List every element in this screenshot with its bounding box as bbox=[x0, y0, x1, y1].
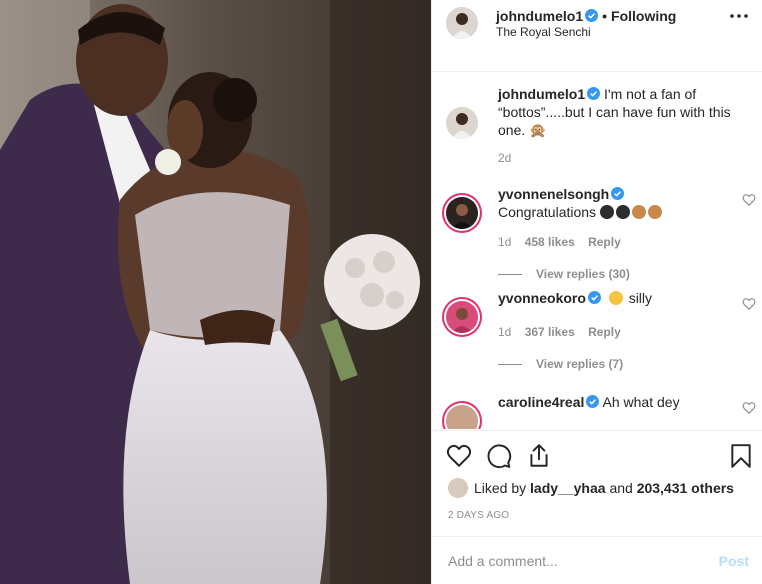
comment-avatar[interactable] bbox=[446, 301, 478, 333]
comment-likes[interactable]: 458 likes bbox=[525, 235, 575, 249]
reply-button[interactable]: Reply bbox=[588, 235, 621, 249]
comment-avatar[interactable] bbox=[446, 405, 478, 429]
view-replies-label: View replies (7) bbox=[536, 357, 624, 371]
comment-meta: 1d 458 likes Reply bbox=[498, 235, 631, 249]
comment-username[interactable]: caroline4real bbox=[498, 394, 584, 410]
post-photo[interactable] bbox=[0, 0, 431, 584]
comment-icon[interactable] bbox=[486, 443, 512, 469]
comment-text: Congratulations bbox=[498, 204, 597, 220]
liked-by-others-link[interactable]: 203,431 others bbox=[637, 480, 734, 496]
caption-body: johndumelo1 I'm not a fan of “bottos”...… bbox=[498, 85, 738, 139]
liked-by-prefix: Liked by bbox=[474, 480, 527, 496]
wedding-photo-illustration bbox=[0, 0, 431, 584]
follow-status-button[interactable]: Following bbox=[611, 8, 676, 24]
action-bar bbox=[432, 430, 762, 470]
comment-age: 1d bbox=[498, 325, 512, 339]
liker-avatar[interactable] bbox=[448, 478, 468, 498]
likes-summary: Liked by lady__yhaa and 203,431 others bbox=[448, 478, 734, 498]
liked-by-user-link[interactable]: lady__yhaa bbox=[530, 480, 606, 496]
comments-list[interactable]: johndumelo1 I'm not a fan of “bottos”...… bbox=[432, 73, 762, 429]
verified-badge-icon bbox=[587, 87, 601, 100]
emoji-icon bbox=[631, 205, 646, 219]
reply-button[interactable]: Reply bbox=[588, 325, 621, 339]
comment-meta: 1d 367 likes Reply bbox=[498, 325, 631, 339]
comment-avatar[interactable] bbox=[446, 197, 478, 229]
verified-badge-icon bbox=[586, 395, 600, 408]
comment-username[interactable]: yvonneokoro bbox=[498, 290, 586, 306]
replies-divider bbox=[498, 364, 522, 366]
like-comment-heart-icon[interactable] bbox=[742, 193, 756, 207]
replies-divider bbox=[498, 274, 522, 276]
bookmark-icon[interactable] bbox=[728, 443, 754, 469]
caption-username[interactable]: johndumelo1 bbox=[498, 86, 585, 102]
location-link[interactable]: The Royal Senchi bbox=[496, 25, 591, 39]
caption-avatar[interactable] bbox=[446, 107, 478, 139]
verified-badge-icon bbox=[585, 9, 599, 22]
verified-badge-icon bbox=[611, 187, 625, 200]
comment-likes[interactable]: 367 likes bbox=[525, 325, 575, 339]
comment-body: yvonneokoro silly bbox=[498, 289, 738, 307]
comment-text: silly bbox=[628, 290, 653, 306]
comment-username[interactable]: yvonnenelsongh bbox=[498, 186, 609, 202]
liked-by-joiner: and bbox=[609, 480, 633, 496]
emoji-icon bbox=[647, 205, 662, 219]
add-comment-bar: Add a comment... Post bbox=[432, 536, 762, 584]
post-side-panel: johndumelo1 • Following The Royal Senchi j… bbox=[431, 0, 762, 584]
heart-icon[interactable] bbox=[446, 443, 472, 469]
share-icon[interactable] bbox=[526, 443, 552, 469]
separator-dot: • bbox=[602, 8, 608, 24]
post-comment-button[interactable]: Post bbox=[719, 553, 749, 569]
post-header: johndumelo1 • Following The Royal Senchi bbox=[432, 0, 762, 72]
post-timestamp[interactable]: 2 DAYS AGO bbox=[448, 510, 509, 521]
more-options-icon[interactable] bbox=[730, 14, 748, 18]
comment-body: yvonnenelsongh Congratulations bbox=[498, 185, 738, 221]
comment-age: 1d bbox=[498, 235, 512, 249]
view-replies-button[interactable]: View replies (7) bbox=[498, 357, 623, 371]
comment-body: caroline4real Ah what dey bbox=[498, 393, 738, 411]
caption-meta: 2d bbox=[498, 151, 521, 165]
caption-age: 2d bbox=[498, 151, 512, 165]
view-replies-button[interactable]: View replies (30) bbox=[498, 267, 630, 281]
like-comment-heart-icon[interactable] bbox=[742, 297, 756, 311]
verified-badge-icon bbox=[587, 291, 601, 304]
emoji-icon bbox=[599, 205, 614, 219]
view-replies-label: View replies (30) bbox=[536, 267, 630, 281]
grinning-emoji-icon bbox=[608, 291, 623, 305]
like-comment-heart-icon[interactable] bbox=[742, 401, 756, 415]
owner-username[interactable]: johndumelo1 bbox=[496, 8, 583, 24]
owner-avatar[interactable] bbox=[446, 7, 478, 39]
add-comment-input[interactable]: Add a comment... bbox=[448, 553, 558, 569]
emoji-icon bbox=[615, 205, 630, 219]
owner-line: johndumelo1 • Following bbox=[496, 8, 676, 24]
comment-text: Ah what dey bbox=[602, 394, 680, 410]
